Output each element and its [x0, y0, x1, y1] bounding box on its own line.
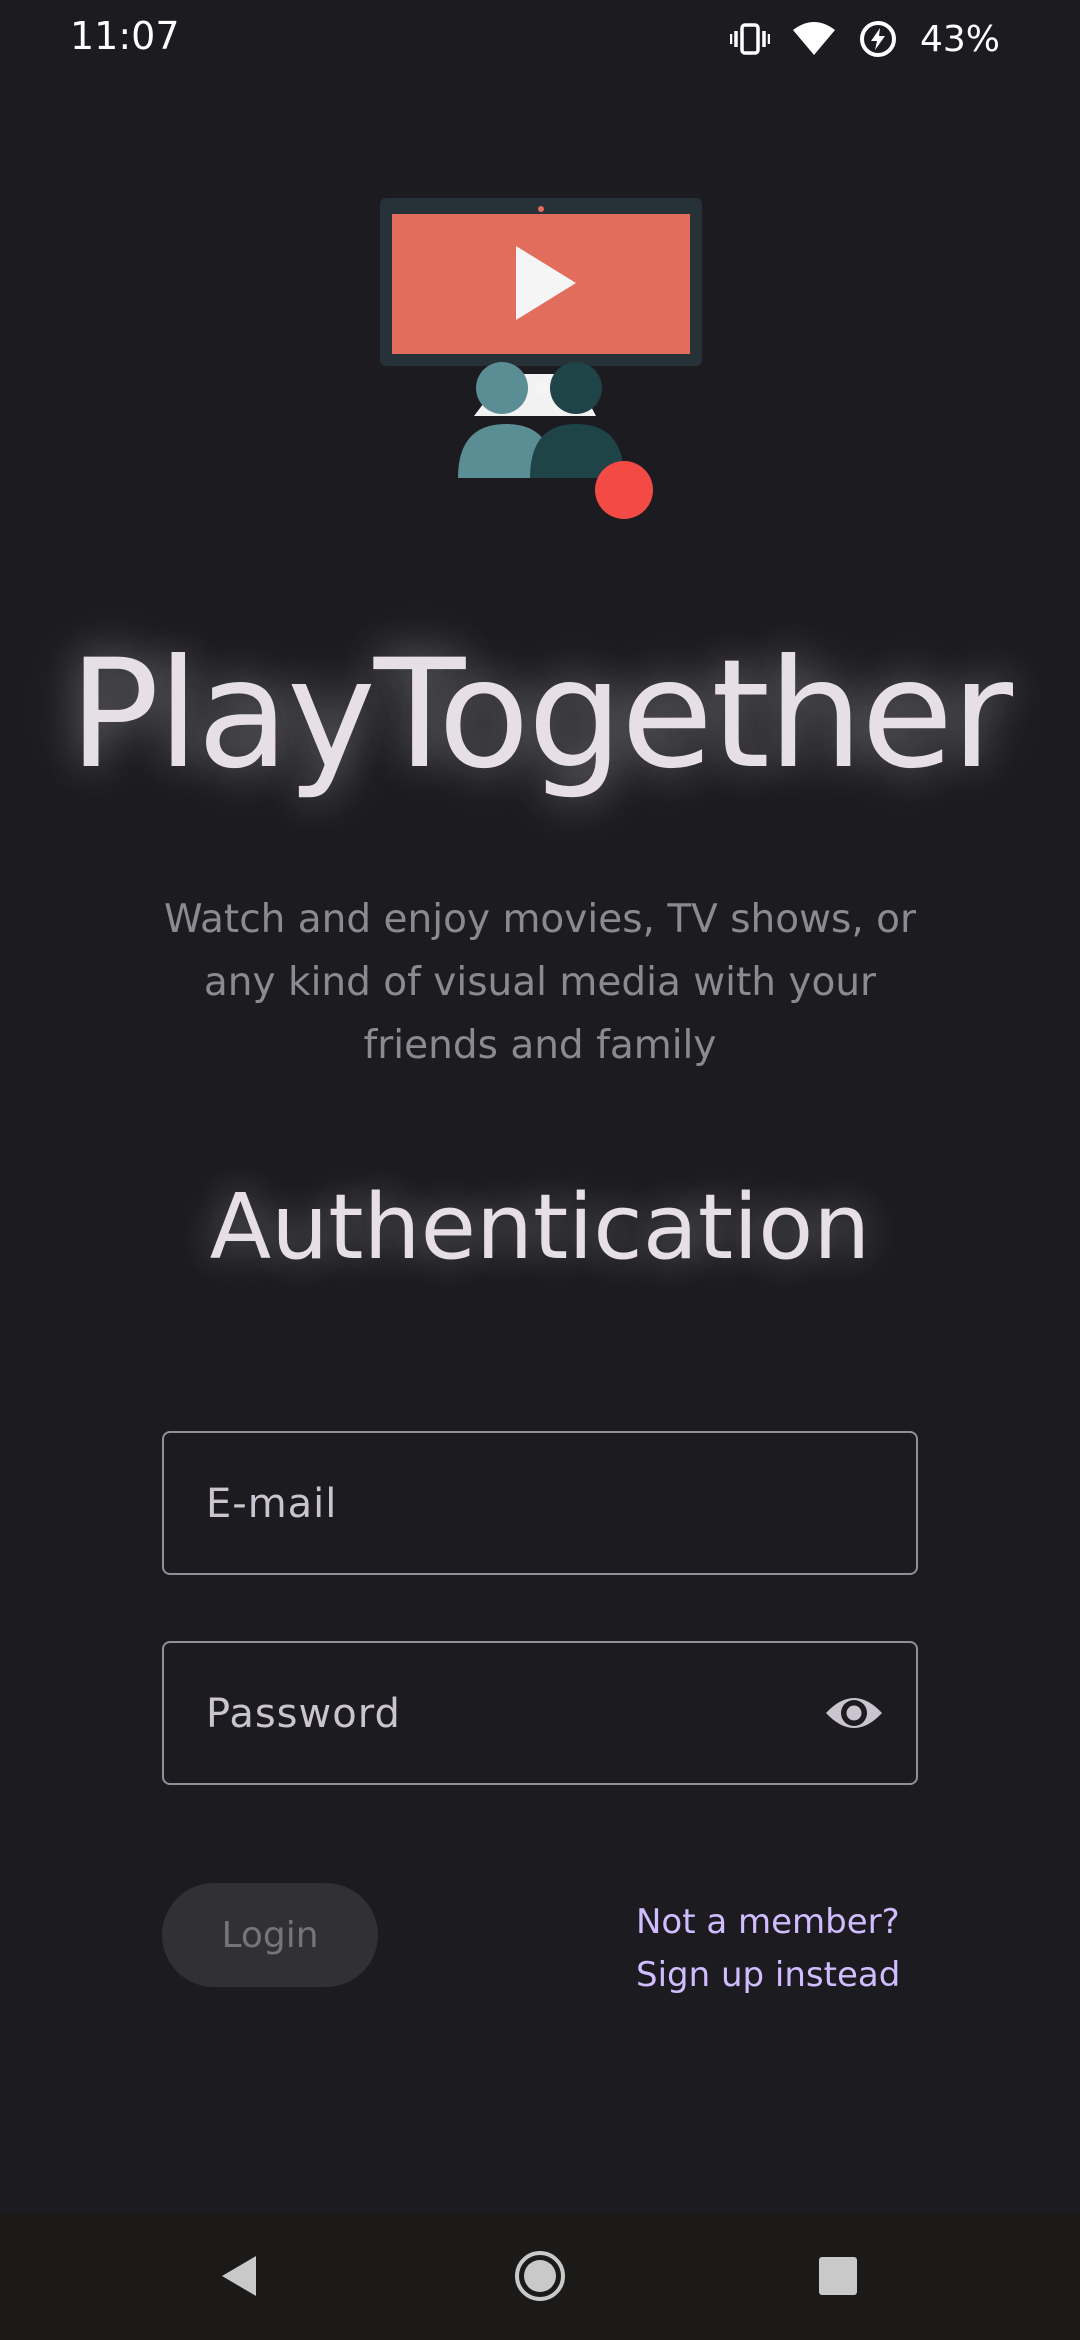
password-field[interactable]: [162, 1641, 918, 1785]
login-button[interactable]: Login: [162, 1883, 378, 1987]
recents-icon[interactable]: [818, 2256, 858, 2296]
signup-link-line1[interactable]: Not a member?: [636, 1896, 926, 1949]
recents-button[interactable]: [798, 2236, 878, 2316]
vibrate-icon: [729, 19, 770, 59]
home-button[interactable]: [500, 2236, 580, 2316]
back-icon[interactable]: [220, 2254, 260, 2298]
status-bar: 11:07 43%: [0, 0, 1080, 80]
home-icon[interactable]: [514, 2250, 566, 2302]
app-description: Watch and enjoy movies, TV shows, or any…: [163, 897, 917, 1068]
signup-link-line2[interactable]: Sign up instead: [636, 1949, 926, 2002]
back-button[interactable]: [200, 2236, 280, 2316]
app-title: PlayTogether: [68, 628, 1013, 802]
section-title: Authentication: [209, 1175, 871, 1280]
signup-link[interactable]: Not a member? Sign up instead: [636, 1896, 926, 2002]
battery-percent: 43%: [919, 18, 1000, 60]
app-logo: [378, 196, 708, 526]
wifi-icon: [792, 21, 836, 57]
navigation-bar: [0, 2214, 1080, 2340]
eye-icon[interactable]: [824, 1687, 884, 1739]
email-input[interactable]: [204, 1433, 828, 1575]
watch-party-logo-icon: [380, 198, 702, 519]
battery-saver-icon: [858, 19, 898, 59]
email-field[interactable]: [162, 1431, 918, 1575]
password-input[interactable]: [204, 1643, 828, 1785]
status-time: 11:07: [70, 14, 180, 58]
status-icons: 43%: [729, 16, 1000, 62]
